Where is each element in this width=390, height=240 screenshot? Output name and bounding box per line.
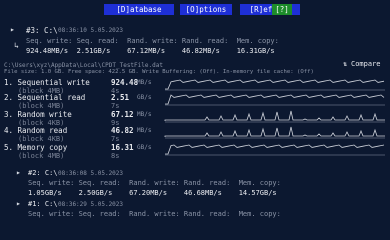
test-duration: 7s — [111, 102, 120, 110]
test-label: 5. Memory copy — [4, 143, 68, 152]
test-label: 4. Random read — [4, 126, 68, 135]
test-block-size: (block 4KB) — [18, 135, 65, 143]
test-speed-graph — [164, 126, 385, 139]
history-entry-time: 08:36:29 5.05.2023 — [58, 201, 124, 208]
test-label: 2. Sequential read — [4, 93, 86, 102]
test-block-size: (block 4MB) — [18, 152, 65, 160]
history-entry-title: #2: C:\ — [28, 169, 58, 177]
test-value: 67.12 — [111, 110, 134, 119]
history-expand-icon[interactable]: ▸ — [16, 200, 21, 208]
history-entry-marker-icon: ↳ — [14, 41, 19, 50]
test-value: 2.51 — [111, 93, 130, 102]
test-block-size: (block 4MB) — [18, 102, 65, 110]
history-entry-headers: Seq. write: Seq. read: Rand. write: Rand… — [28, 179, 281, 187]
history-entry-values: 1.05GB/s 2.50GB/s 67.20MB/s 46.68MB/s 14… — [28, 189, 277, 197]
history-entry-time: 08:36:10 5.05.2023 — [58, 27, 124, 34]
history-entry-time: 08:36:08 5.05.2023 — [58, 170, 124, 177]
test-unit: MB/s — [137, 127, 152, 134]
test-duration: 8s — [111, 152, 120, 160]
test-value: 924.48 — [111, 78, 139, 87]
test-label: 1. Sequential write — [4, 78, 90, 87]
test-speed-graph — [165, 94, 385, 106]
history-entry-title: #1: C:\ — [28, 200, 58, 208]
test-value: 16.31 — [111, 143, 134, 152]
history-entry-headers: Seq. write: Seq. read: Rand. write: Rand… — [28, 210, 281, 218]
test-unit: GB/s — [137, 94, 152, 101]
test-label: 3. Random write — [4, 110, 72, 119]
test-value: 46.82 — [111, 126, 134, 135]
history-entry-headers: Seq. write: Seq. read: Rand. write: Rand… — [26, 37, 279, 45]
compare-icon[interactable]: ⇅ — [343, 61, 347, 68]
test-speed-graph — [164, 110, 385, 123]
test-speed-graph — [165, 79, 385, 91]
help-menu-button[interactable]: [?] — [272, 4, 292, 15]
test-unit: MB/s — [137, 111, 152, 118]
test-unit: MB/s — [137, 79, 152, 86]
history-entry-bracket: ▸ — [10, 25, 15, 34]
history-entry-values: 924.48MB/s 2.51GB/s 67.12MB/s 46.82MB/s … — [26, 47, 275, 55]
test-unit: GB/s — [137, 144, 152, 151]
file-info: File size: 1.0 GB. Free space: 422.5 GB.… — [4, 69, 314, 75]
compare-button[interactable]: Compare — [351, 61, 381, 68]
history-entry-title: #3: C:\ — [26, 26, 58, 35]
options-menu-button[interactable]: [O]ptions — [180, 4, 232, 15]
test-duration: 7s — [111, 135, 120, 143]
test-speed-graph — [165, 144, 385, 156]
history-expand-icon[interactable]: ▸ — [16, 169, 21, 177]
database-menu-button[interactable]: [D]atabase — [104, 4, 174, 15]
